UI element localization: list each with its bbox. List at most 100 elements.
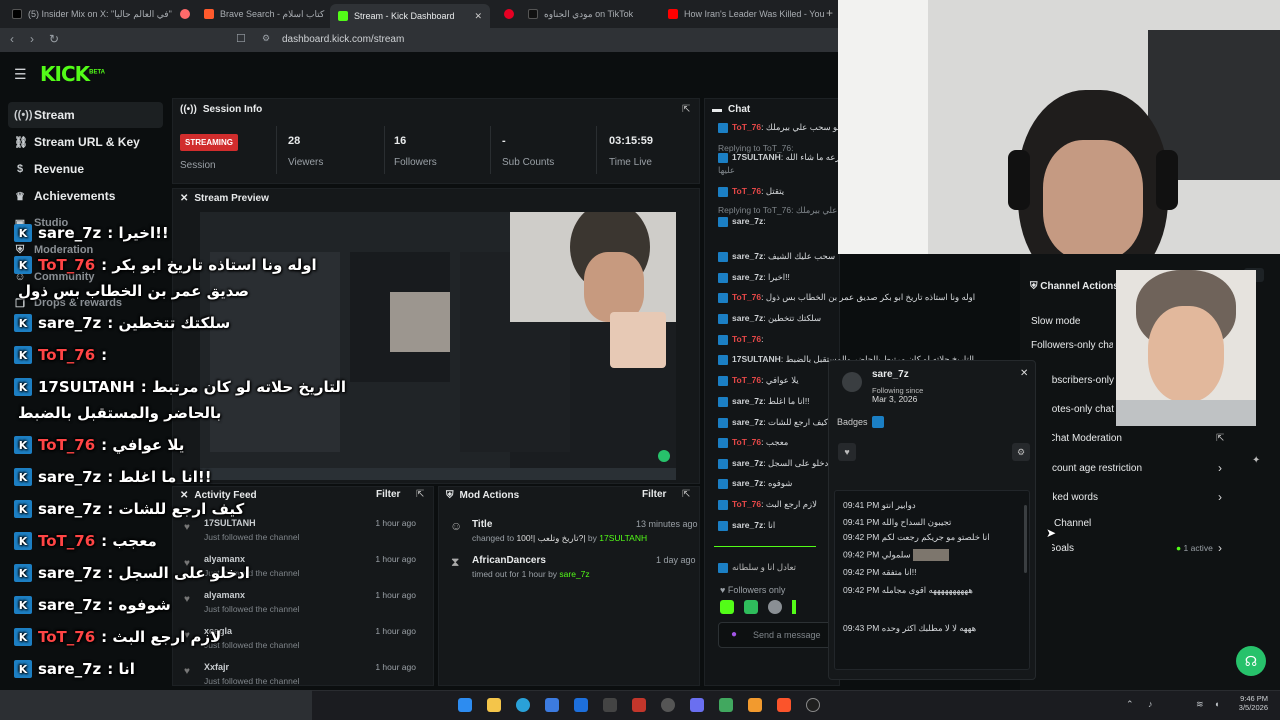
popout-icon[interactable]: ⇱: [1216, 433, 1224, 444]
sidebar-item-stream-url[interactable]: ⛓ Stream URL & Key: [8, 129, 163, 155]
blocked-words-item[interactable]: Blocked words: [1052, 492, 1098, 503]
puzzle-icon[interactable]: ✦: [1252, 455, 1260, 466]
popout-icon[interactable]: ⇱: [682, 104, 690, 115]
chat-username[interactable]: 17SULTANH: [732, 354, 781, 364]
browser-tab[interactable]: مودي الجناوه on TikTok: [520, 4, 660, 24]
chat-username[interactable]: sare_7z: [732, 313, 763, 323]
chat-username[interactable]: sare_7z: [732, 251, 763, 261]
site-info-icon[interactable]: ⚙: [262, 33, 270, 44]
app-icon[interactable]: [574, 698, 588, 712]
chat-username[interactable]: sare_7z: [732, 520, 763, 530]
window-light: [838, 0, 928, 254]
mod-action-button[interactable]: ⚙: [1012, 443, 1030, 461]
app-icon[interactable]: [806, 698, 820, 712]
activity-filter-button[interactable]: Filter: [376, 489, 400, 500]
new-tab-icon[interactable]: +: [826, 6, 833, 20]
chat-username[interactable]: ToT_76: [732, 375, 761, 385]
follow-heart-button[interactable]: ♥: [838, 443, 856, 461]
browser-tab[interactable]: [496, 4, 520, 24]
app-icon[interactable]: [690, 698, 704, 712]
chevron-right-icon[interactable]: ›: [1218, 461, 1222, 475]
browser-tab-active[interactable]: Stream - Kick Dashboard ✕: [330, 4, 490, 28]
sidebar-item-revenue[interactable]: $ Revenue: [8, 156, 163, 182]
chat-message: ToT_76: يتقتل: [718, 186, 784, 197]
reload-icon[interactable]: ↻: [49, 32, 59, 46]
explorer-icon[interactable]: [487, 698, 501, 712]
chat-username[interactable]: sare_7z: [732, 417, 763, 427]
browser-tab[interactable]: Brave Search - كتاب اسلام: [196, 4, 330, 24]
url-text[interactable]: dashboard.kick.com/stream: [282, 34, 404, 45]
chat-username[interactable]: ToT_76: [732, 292, 761, 302]
obs-icon[interactable]: [661, 698, 675, 712]
chat-username[interactable]: sare_7z: [732, 272, 763, 282]
close-popup-icon[interactable]: ✕: [1020, 368, 1028, 379]
support-chat-icon[interactable]: ☊: [1236, 646, 1266, 676]
chat-username[interactable]: sare_7z: [732, 396, 763, 406]
kick-badge-icon: K: [14, 468, 32, 486]
store-icon[interactable]: [545, 698, 559, 712]
bookmark-icon[interactable]: ☐: [236, 32, 246, 45]
browser-tab[interactable]: (5) Insider Mix on X: "في العالم حاليا" …: [4, 4, 172, 24]
clock[interactable]: 9:46 PM 3/5/2026: [1230, 694, 1268, 712]
chat-username[interactable]: ToT_76: [732, 122, 761, 132]
emote-icon[interactable]: [792, 600, 796, 614]
volume-icon[interactable]: ◖: [1214, 699, 1219, 709]
account-age-item[interactable]: Account age restriction: [1052, 463, 1142, 474]
microphone-icon[interactable]: ●: [731, 629, 737, 640]
chat-message: sare_7z: سحب عليك الشيف: [718, 251, 835, 262]
sidebar-item-stream[interactable]: ((•)) Stream: [8, 102, 163, 128]
app-icon[interactable]: [719, 698, 733, 712]
kick-logo[interactable]: KICKBETA: [40, 62, 105, 86]
overlay-username: sare_7z: [38, 468, 102, 486]
emote-icon[interactable]: [768, 600, 782, 614]
chat-username[interactable]: ToT_76: [732, 334, 761, 344]
kick-badge-icon: [718, 313, 728, 324]
chat-username[interactable]: 17SULTANH: [732, 152, 781, 162]
app-icon[interactable]: [632, 698, 646, 712]
forward-icon[interactable]: ›: [30, 32, 34, 46]
wifi-icon[interactable]: ≋: [1196, 699, 1204, 710]
followers-only-toggle[interactable]: Followers-only chat: [1031, 340, 1113, 351]
divider: [276, 126, 277, 174]
start-icon[interactable]: [458, 698, 472, 712]
channel-item[interactable]: Channel: [1054, 518, 1091, 529]
emote-icon[interactable]: [744, 600, 758, 614]
chat-input[interactable]: ● Send a message: [718, 622, 838, 648]
app-icon[interactable]: [748, 698, 762, 712]
back-icon[interactable]: ‹: [10, 32, 14, 46]
emotes-only-toggle[interactable]: Emotes-only chat: [1052, 404, 1114, 415]
emote-icon[interactable]: [720, 600, 734, 614]
chevron-right-icon[interactable]: ›: [1218, 490, 1222, 504]
popout-icon[interactable]: ⇱: [682, 489, 690, 500]
close-tab-icon[interactable]: ✕: [474, 11, 482, 22]
user-message: 09:42 PM ههههههههههه اقوى مجامله: [843, 585, 973, 595]
dollar-icon: $: [16, 163, 24, 175]
popout-icon[interactable]: ⇱: [416, 489, 424, 500]
heart-icon: ♥: [720, 585, 728, 595]
chat-username[interactable]: ToT_76: [732, 437, 761, 447]
user-message: 09:41 PM تجيبون السداح والله: [843, 517, 952, 527]
browser-tab[interactable]: How Iran's Leader Was Killed - YouTu...: [660, 4, 824, 24]
mod-filter-button[interactable]: Filter: [642, 489, 666, 500]
edge-icon[interactable]: [516, 698, 530, 712]
mic-icon[interactable]: ♪: [1148, 699, 1153, 709]
chat-header: ▬ Chat: [712, 104, 751, 115]
chat-username[interactable]: ToT_76: [732, 499, 761, 509]
kick-badge-icon: [718, 334, 728, 345]
slow-mode-toggle[interactable]: Slow mode: [1031, 316, 1080, 327]
chat-username[interactable]: sare_7z: [732, 216, 763, 226]
tray-chevron-icon[interactable]: ⌃: [1126, 699, 1134, 710]
browser-tab[interactable]: [172, 4, 196, 24]
chat-username[interactable]: sare_7z: [732, 478, 763, 488]
subscribers-only-toggle[interactable]: Subscribers-only: [1052, 375, 1114, 386]
chevron-right-icon[interactable]: ›: [1218, 541, 1222, 555]
chat-moderation-item[interactable]: Chat Moderation: [1052, 433, 1122, 444]
sidebar-item-achievements[interactable]: ♛ Achievements: [8, 183, 163, 209]
menu-icon[interactable]: ☰: [14, 66, 27, 83]
chat-username[interactable]: ToT_76: [732, 186, 761, 196]
brave-icon[interactable]: [777, 698, 791, 712]
goals-item[interactable]: Goals: [1052, 543, 1074, 554]
chat-username[interactable]: sare_7z: [732, 458, 763, 468]
terminal-icon[interactable]: [603, 698, 617, 712]
scrollbar[interactable]: [1024, 505, 1027, 573]
